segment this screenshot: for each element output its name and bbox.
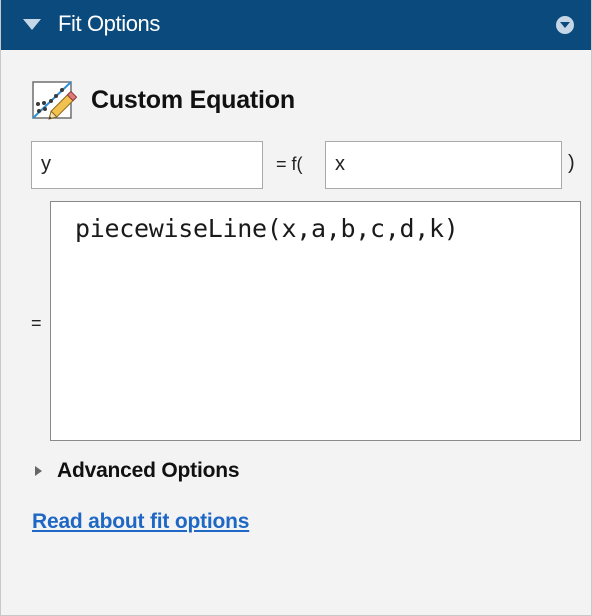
independent-variable-input[interactable]: x (325, 141, 562, 189)
panel-title: Fit Options (58, 11, 160, 36)
equals-label: = (31, 313, 42, 333)
panel-menu-button[interactable] (556, 16, 574, 34)
equation-textarea[interactable]: piecewiseLine(x,a,b,c,d,k) (50, 201, 581, 441)
custom-equation-icon (32, 81, 77, 120)
expand-arrow-icon[interactable] (35, 466, 42, 476)
read-about-fit-options-link[interactable]: Read about fit options (32, 510, 249, 534)
dependent-variable-input[interactable]: y (31, 141, 263, 189)
fit-type-heading: Custom Equation (91, 86, 295, 114)
function-prefix-label: = f( (276, 154, 303, 174)
function-suffix-label: ) (568, 152, 575, 174)
panel-titlebar: Fit Options (1, 0, 591, 50)
fit-options-panel: Fit Options Custom Equation y = f( x ) =… (0, 0, 592, 616)
advanced-options-toggle[interactable]: Advanced Options (57, 459, 240, 483)
collapse-arrow-icon[interactable] (23, 19, 41, 30)
